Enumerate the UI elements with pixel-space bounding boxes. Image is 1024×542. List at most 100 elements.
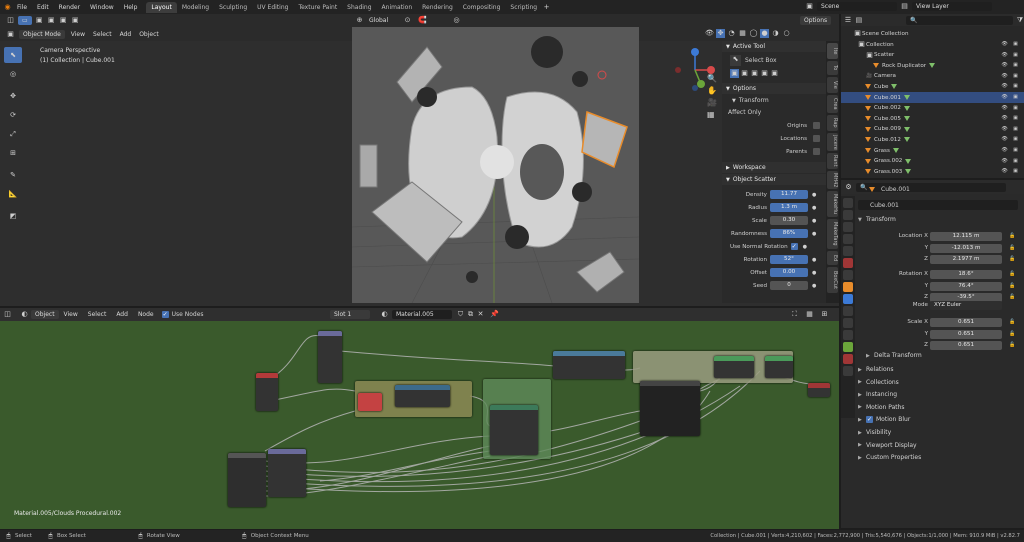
section-custom-properties[interactable]: ▶ Custom Properties: [858, 454, 921, 461]
wireframe-shading-icon[interactable]: ◯: [749, 29, 758, 38]
solid-shading-icon[interactable]: ●: [760, 29, 769, 38]
modifier-icon[interactable]: [903, 105, 910, 111]
tab-modeling[interactable]: Modeling: [177, 2, 214, 13]
section-viewport-display[interactable]: ▶ Viewport Display: [858, 442, 917, 449]
motion-blur-checkbox[interactable]: ✓: [866, 416, 873, 424]
viewport-menu-add[interactable]: Add: [118, 31, 134, 38]
section-motion-blur[interactable]: ▶ ✓ Motion Blur: [858, 416, 910, 424]
parents-checkbox[interactable]: [813, 148, 820, 155]
locations-checkbox[interactable]: [813, 135, 820, 142]
world-tab-icon[interactable]: [843, 258, 853, 268]
camera-visibility-icon[interactable]: ▣: [1011, 167, 1020, 176]
camera-visibility-icon[interactable]: ▣: [1011, 82, 1020, 91]
camera-visibility-icon[interactable]: ▣: [1011, 72, 1020, 81]
camera-visibility-icon[interactable]: ▣: [1011, 114, 1020, 123]
snap-icon[interactable]: 🧲: [418, 16, 427, 25]
lock-icon[interactable]: 🔓: [1008, 232, 1017, 241]
sidebar-tab-tool[interactable]: To: [827, 61, 838, 75]
sidebar-tab-makehuman[interactable]: MakeHu: [827, 191, 838, 217]
eye-icon[interactable]: 👁: [1000, 125, 1009, 134]
node-editor-canvas[interactable]: Material.005/Clouds Procedural.002: [0, 321, 839, 529]
snap-node-icon[interactable]: ⛶: [790, 310, 799, 319]
move-tool-icon[interactable]: ✥: [4, 88, 22, 104]
modifier-icon[interactable]: [892, 148, 899, 153]
sidebar-tab-create[interactable]: Crea: [827, 95, 838, 113]
lock-icon[interactable]: 🔓: [1008, 330, 1017, 339]
origins-checkbox[interactable]: [813, 122, 820, 129]
transform-orientation-dropdown[interactable]: Global: [365, 16, 392, 25]
camera-visibility-icon[interactable]: ▣: [1011, 40, 1020, 49]
randomness-field[interactable]: 86%: [770, 229, 808, 238]
transform-subpanel[interactable]: ▼ Transform: [722, 95, 826, 106]
modifier-icon[interactable]: [891, 84, 898, 90]
radius-field[interactable]: 1.3 m: [770, 203, 808, 212]
eye-icon[interactable]: 👁: [1000, 61, 1009, 70]
slot-dropdown[interactable]: Slot 1: [330, 310, 370, 319]
section-instancing[interactable]: ▶ Instancing: [858, 391, 897, 398]
active-tool-header[interactable]: ▼ Active Tool: [722, 41, 826, 52]
editor-type-icon[interactable]: ◫: [6, 16, 15, 25]
camera-visibility-icon[interactable]: ▣: [1011, 146, 1020, 155]
sidebar-tab-jscere[interactable]: jscere: [827, 133, 838, 151]
node-combine[interactable]: [268, 449, 306, 497]
sidebar-tab-boxcut[interactable]: BoxCut: [827, 267, 838, 293]
viewport-menu-object[interactable]: Object: [137, 31, 161, 38]
eye-icon[interactable]: 👁: [1000, 72, 1009, 81]
shader-type-icon[interactable]: ◐: [20, 310, 29, 319]
outliner-scene-collection[interactable]: ▣ Scene Collection: [841, 28, 1024, 39]
lock-icon[interactable]: 🔓: [1008, 318, 1017, 327]
material-shading-icon[interactable]: ◑: [771, 29, 780, 38]
rotation-mode-dropdown[interactable]: XYZ Euler: [930, 301, 1002, 310]
select-box-icon[interactable]: ⬉: [730, 54, 741, 66]
node-material-output[interactable]: [808, 383, 830, 397]
xray-icon[interactable]: ▦: [738, 29, 747, 38]
tab-layout[interactable]: Layout: [146, 1, 177, 13]
sidebar-tab-maketarget[interactable]: MakeTarg: [827, 219, 838, 249]
object-name-field[interactable]: Cube.001: [858, 200, 1018, 210]
eye-icon[interactable]: 👁: [1000, 40, 1009, 49]
menu-render[interactable]: Render: [54, 4, 85, 11]
viewport-menu-select[interactable]: Select: [91, 31, 114, 38]
node-color-ramp[interactable]: [553, 351, 625, 379]
gizmo-icon[interactable]: ✥: [716, 29, 725, 38]
node-menu-select[interactable]: Select: [83, 311, 112, 318]
eye-icon[interactable]: 👁: [1000, 146, 1009, 155]
modifier-icon[interactable]: [903, 95, 910, 100]
camera-visibility-icon[interactable]: ▣: [1011, 104, 1020, 113]
camera-visibility-icon[interactable]: ▣: [1011, 93, 1020, 102]
modifier-icon[interactable]: [903, 116, 910, 122]
scale-tool-icon[interactable]: ⤢: [4, 126, 22, 142]
node-pin-icon[interactable]: ⊞: [820, 310, 829, 319]
tab-shading[interactable]: Shading: [342, 2, 376, 13]
lock-icon[interactable]: 🔓: [1008, 270, 1017, 279]
modifier-icon[interactable]: [905, 169, 912, 175]
modifier-icon[interactable]: [903, 126, 910, 132]
workspace-header[interactable]: ▶ Workspace: [722, 162, 826, 173]
mode-subtract-icon[interactable]: ▣: [750, 69, 759, 78]
use-normal-rotation-checkbox[interactable]: ✓: [790, 243, 798, 250]
menu-file[interactable]: File: [12, 4, 32, 11]
outliner-search-input[interactable]: 🔍: [905, 15, 1014, 25]
outliner-row[interactable]: ▣ Collection 👁 ▣: [841, 39, 1024, 50]
lock-icon[interactable]: 🔓: [1008, 341, 1017, 350]
transform-tool-icon[interactable]: ⊞: [4, 145, 22, 161]
physics-tab-icon[interactable]: [843, 318, 853, 328]
camera-visibility-icon[interactable]: ▣: [1011, 61, 1020, 70]
outliner-row[interactable]: ▣ Scatter 👁 ▣: [841, 50, 1024, 61]
section-relations[interactable]: ▶ Relations: [858, 366, 894, 373]
rendered-shading-icon[interactable]: ○: [782, 29, 791, 38]
rotation-x-field[interactable]: 18.6°: [930, 270, 1002, 279]
tab-scripting[interactable]: Scripting: [505, 2, 542, 13]
lock-icon[interactable]: 🔓: [1008, 244, 1017, 253]
object-tab-icon[interactable]: [843, 282, 853, 292]
lock-icon[interactable]: 🔓: [1008, 282, 1017, 291]
annotate-tool-icon[interactable]: ✎: [4, 167, 22, 183]
modifier-tab-icon[interactable]: [843, 294, 853, 304]
material-copy-icon[interactable]: ⧉: [466, 310, 475, 319]
tab-sculpting[interactable]: Sculpting: [214, 2, 252, 13]
sidebar-tab-rant[interactable]: Rant: [827, 153, 838, 169]
display-mode-icon[interactable]: ▤: [855, 16, 863, 25]
transform-panel-header[interactable]: ▼ Transform: [858, 216, 896, 223]
eye-icon[interactable]: 👁: [1000, 104, 1009, 113]
section-visibility[interactable]: ▶ Visibility: [858, 429, 891, 436]
